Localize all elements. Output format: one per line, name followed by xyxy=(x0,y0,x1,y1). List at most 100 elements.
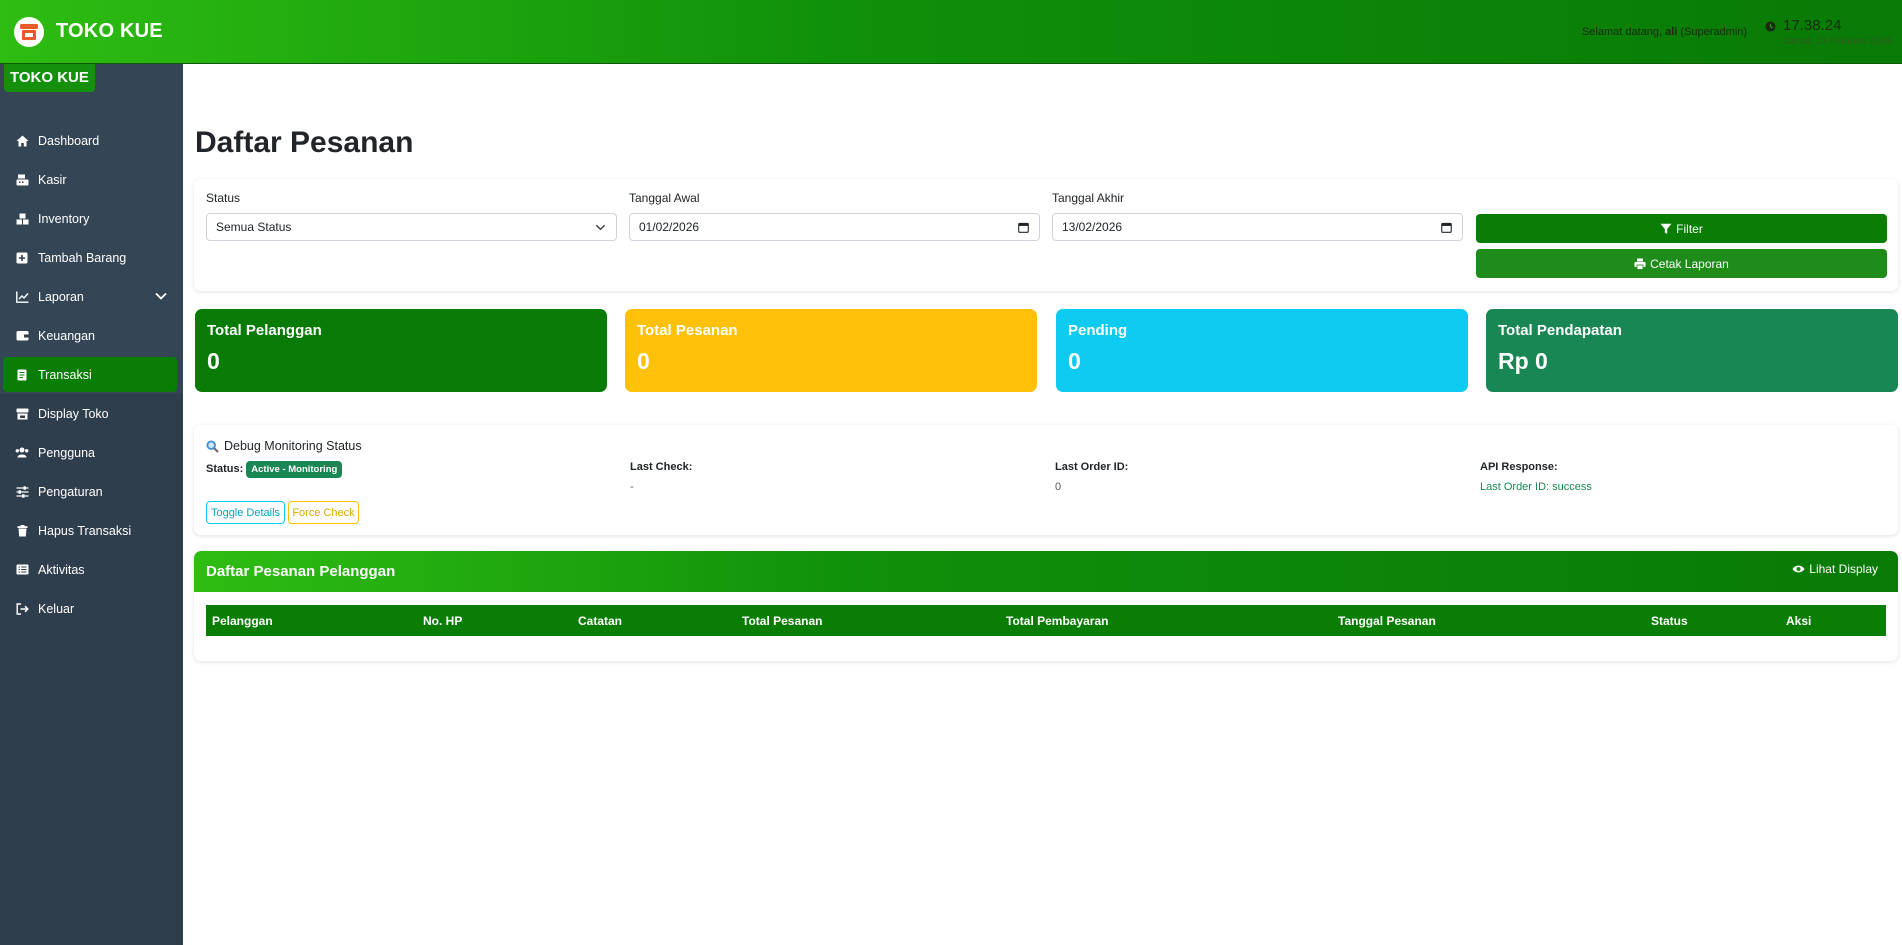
search-icon xyxy=(206,439,219,453)
sidebar-item-label: Laporan xyxy=(38,289,84,304)
sidebar-menu: Dashboard Kasir Inventory Tambah Barang … xyxy=(0,123,183,630)
sidebar-item-label: Aktivitas xyxy=(38,562,85,577)
sidebar-item-hapus-transaksi[interactable]: Hapus Transaksi xyxy=(3,513,177,548)
stat-label: Total Pesanan xyxy=(637,322,738,339)
sidebar-item-dashboard[interactable]: Dashboard xyxy=(3,123,177,158)
sidebar-item-label: Dashboard xyxy=(38,133,100,148)
clock-icon xyxy=(1765,20,1776,32)
debug-api-response: API Response: Last Order ID: success xyxy=(1480,461,1592,493)
start-date-label: Tanggal Awal xyxy=(629,191,700,205)
top-right-info: Selamat datang, ali (Superadmin) 17.38.2… xyxy=(1582,17,1892,47)
status-label: Status xyxy=(206,191,241,205)
sidebar: TOKO KUE Dashboard Kasir Inventory Tamba… xyxy=(0,64,183,945)
sidebar-item-label: Pengaturan xyxy=(38,484,103,499)
chevron-down-icon[interactable] xyxy=(155,291,167,301)
last-check-value: - xyxy=(630,481,634,493)
stat-value: 0 xyxy=(207,348,220,374)
view-display-label: Lihat Display xyxy=(1809,562,1878,576)
sidebar-item-laporan[interactable]: Laporan xyxy=(3,279,177,314)
users-icon xyxy=(15,446,29,460)
end-date-input[interactable]: 13/02/2026 xyxy=(1052,213,1463,241)
view-display-button[interactable]: Lihat Display xyxy=(1792,562,1878,576)
status-field: Status Semua Status xyxy=(206,191,617,241)
sidebar-item-aktivitas[interactable]: Aktivitas xyxy=(3,552,177,587)
orders-header: Daftar Pesanan Pelanggan Lihat Display xyxy=(194,551,1898,592)
stat-total-pelanggan: Total Pelanggan 0 xyxy=(195,309,607,392)
sign-out-icon xyxy=(15,602,29,616)
calendar-icon[interactable] xyxy=(1441,222,1452,233)
api-response-label: API Response: xyxy=(1480,461,1558,473)
sidebar-item-label: Kasir xyxy=(38,172,67,187)
debug-last-order: Last Order ID: 0 xyxy=(1055,461,1128,493)
column-header-aksi: Aksi xyxy=(1786,614,1812,628)
print-report-button[interactable]: Cetak Laporan xyxy=(1476,249,1887,278)
stat-total-pesanan: Total Pesanan 0 xyxy=(625,309,1037,392)
user-name: ali xyxy=(1665,25,1678,38)
sidebar-item-label: Inventory xyxy=(38,211,90,226)
sidebar-item-label: Hapus Transaksi xyxy=(38,523,132,538)
sidebar-item-pengaturan[interactable]: Pengaturan xyxy=(3,474,177,509)
last-order-label: Last Order ID: xyxy=(1055,461,1129,473)
end-date-field: Tanggal Akhir 13/02/2026 xyxy=(1052,191,1463,241)
sidebar-item-label: Tambah Barang xyxy=(38,250,127,265)
last-order-value: 0 xyxy=(1055,481,1062,493)
column-header-tanggal-pesanan: Tanggal Pesanan xyxy=(1338,614,1436,628)
sidebar-item-kasir[interactable]: Kasir xyxy=(3,162,177,197)
boxes-icon xyxy=(15,212,29,226)
stat-label: Total Pelanggan xyxy=(207,322,322,339)
sidebar-item-label: Keluar xyxy=(38,601,75,616)
stat-label: Total Pendapatan xyxy=(1498,322,1622,339)
sidebar-item-inventory[interactable]: Inventory xyxy=(3,201,177,236)
debug-title-text: Debug Monitoring Status xyxy=(224,439,362,453)
welcome-text: Selamat datang, ali (Superadmin) xyxy=(1582,26,1747,38)
sidebar-item-pengguna[interactable]: Pengguna xyxy=(3,435,177,470)
status-select-value: Semua Status xyxy=(216,220,292,234)
brand-name: TOKO KUE xyxy=(56,20,163,42)
chevron-down-icon xyxy=(595,224,606,231)
stat-value: Rp 0 xyxy=(1498,348,1548,374)
end-date-label: Tanggal Akhir xyxy=(1052,191,1125,205)
sliders-icon xyxy=(15,485,29,499)
sidebar-item-label: Transaksi xyxy=(38,367,92,382)
user-role: (Superadmin) xyxy=(1680,25,1748,38)
sidebar-brand[interactable]: TOKO KUE xyxy=(4,64,95,92)
calendar-icon[interactable] xyxy=(1018,222,1029,233)
debug-status: Status: Active - Monitoring xyxy=(206,461,343,478)
chart-line-icon xyxy=(15,290,29,304)
stat-label: Pending xyxy=(1068,322,1128,339)
debug-title: Debug Monitoring Status xyxy=(206,439,362,453)
status-select[interactable]: Semua Status xyxy=(206,213,617,241)
trash-icon xyxy=(15,524,29,538)
end-date-value: 13/02/2026 xyxy=(1062,220,1123,234)
toggle-details-button[interactable]: Toggle Details xyxy=(206,501,285,524)
stat-pending: Pending 0 xyxy=(1056,309,1468,392)
sidebar-item-tambah-barang[interactable]: Tambah Barang xyxy=(3,240,177,275)
start-date-input[interactable]: 01/02/2026 xyxy=(629,213,1040,241)
column-header-total-pesanan: Total Pesanan xyxy=(742,614,823,628)
cash-register-icon xyxy=(15,173,29,187)
column-header-total-pembayaran: Total Pembayaran xyxy=(1006,614,1109,628)
stat-value: 0 xyxy=(1068,348,1081,374)
debug-card: Debug Monitoring Status Status: Active - … xyxy=(194,425,1898,535)
eye-icon xyxy=(1792,565,1805,573)
store-icon xyxy=(15,407,29,421)
sidebar-item-keluar[interactable]: Keluar xyxy=(3,591,177,626)
sidebar-item-display-toko[interactable]: Display Toko xyxy=(3,396,177,431)
plus-square-icon xyxy=(15,251,29,265)
filter-icon xyxy=(1660,223,1672,234)
home-icon xyxy=(15,134,29,148)
filter-button[interactable]: Filter xyxy=(1476,214,1887,243)
sidebar-item-transaksi[interactable]: Transaksi xyxy=(3,357,177,392)
sidebar-item-keuangan[interactable]: Keuangan xyxy=(3,318,177,353)
last-check-label: Last Check: xyxy=(630,461,693,473)
brand[interactable]: TOKO KUE xyxy=(14,16,163,47)
debug-status-label: Status: xyxy=(206,463,244,475)
sidebar-item-label: Keuangan xyxy=(38,328,96,343)
store-logo-icon xyxy=(14,16,44,47)
column-header-catatan: Catatan xyxy=(578,614,623,628)
force-check-button[interactable]: Force Check xyxy=(288,501,359,524)
print-icon xyxy=(1634,258,1646,270)
sidebar-item-label: Display Toko xyxy=(38,406,109,421)
column-header-pelanggan: Pelanggan xyxy=(212,614,273,628)
stat-value: 0 xyxy=(637,348,650,374)
